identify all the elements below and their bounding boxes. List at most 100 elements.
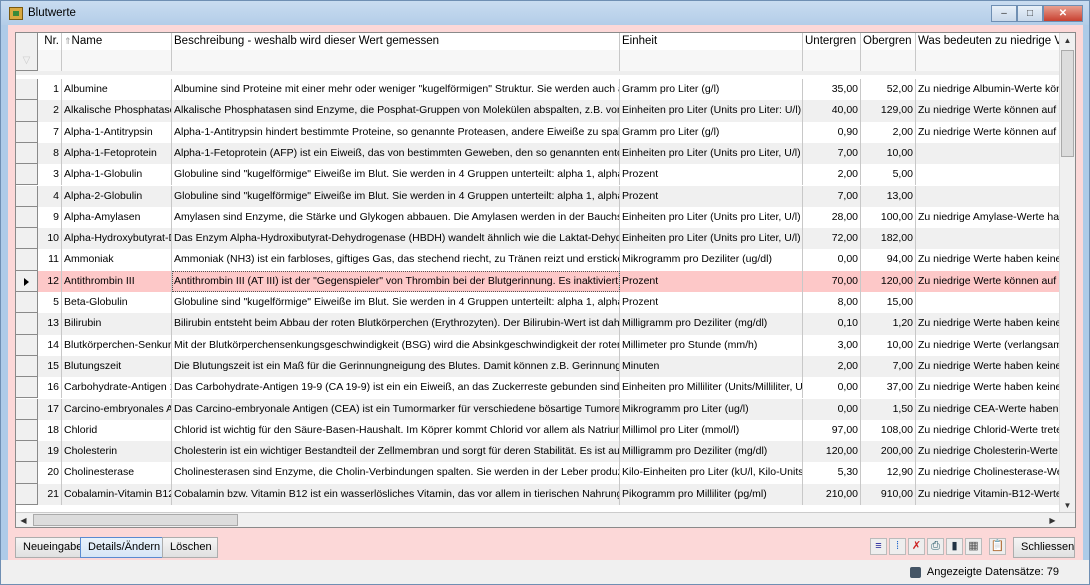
row-lower-limit[interactable]: 35,00 — [803, 79, 861, 101]
row-description[interactable]: Antithrombin III (AT III) ist der "Gegen… — [172, 270, 620, 292]
filter-upper[interactable] — [861, 50, 916, 71]
table-row[interactable]: 12 Antithrombin III Antithrombin III (AT I… — [16, 270, 1062, 292]
row-description[interactable]: Mit der Blutkörperchensenkungsgeschwindi… — [172, 334, 620, 356]
row-low-meaning[interactable]: Zu niedrige Amylase-Werte haben k — [916, 207, 1062, 228]
row-unit[interactable]: Prozent — [620, 292, 803, 314]
row-upper-limit[interactable]: 108,00 — [861, 419, 916, 442]
column-header-nr[interactable]: Nr. — [38, 33, 62, 50]
row-lower-limit[interactable]: 0,00 — [803, 398, 861, 420]
table-row[interactable]: 16Carbohydrate-Antigen 19-9Das Carbohydr… — [16, 377, 1062, 399]
row-low-meaning[interactable]: Zu niedrige Vitamin-B12-Werte kön — [916, 484, 1062, 505]
row-selector[interactable] — [16, 355, 38, 378]
row-description[interactable]: Albumine sind Proteine mit einer mehr od… — [172, 79, 620, 101]
table-row[interactable]: 2 Alkalische Phosphatase Alkalische Phosph… — [16, 100, 1062, 122]
column-header-unit[interactable]: Einheit — [620, 33, 803, 50]
row-lower-limit[interactable]: 5,30 — [803, 462, 861, 484]
row-name[interactable]: Chlorid — [62, 419, 172, 442]
column-header-description[interactable]: Beschreibung - weshalb wird dieser Wert … — [172, 33, 620, 50]
grid-view-icon[interactable]: ⁞ — [889, 538, 906, 555]
row-selector[interactable] — [16, 398, 38, 420]
filter-low-meaning[interactable] — [916, 50, 1062, 71]
table-row[interactable]: 9 Alpha-Amylasen Amylasen sind Enzyme, die… — [16, 206, 1062, 229]
row-description[interactable]: Bilirubin entsteht beim Abbau der roten … — [172, 313, 620, 335]
column-header-name[interactable]: ⇑Name — [62, 33, 172, 50]
vertical-scroll-thumb[interactable] — [1061, 50, 1074, 157]
row-name[interactable]: Blutkörperchen-Senkungsg — [62, 334, 172, 356]
row-lower-limit[interactable]: 0,90 — [803, 121, 861, 143]
row-low-meaning[interactable] — [916, 143, 1062, 164]
filter-description[interactable] — [172, 50, 620, 71]
row-nr[interactable]: 20 — [38, 462, 62, 484]
row-nr[interactable]: 12 — [38, 270, 62, 292]
row-lower-limit[interactable]: 97,00 — [803, 419, 861, 442]
row-lower-limit[interactable]: 0,00 — [803, 377, 861, 399]
row-selector[interactable] — [16, 292, 38, 314]
row-unit[interactable]: Einheiten pro Milliliter (Units/Millilit… — [620, 377, 803, 399]
row-selector[interactable] — [16, 419, 38, 442]
maximize-button[interactable]: □ — [1017, 5, 1043, 22]
row-unit[interactable]: Einheiten pro Liter (Units pro Liter, U/… — [620, 206, 803, 229]
row-selector[interactable] — [16, 100, 38, 122]
row-nr[interactable]: 8 — [38, 142, 62, 165]
table-row[interactable]: 14Blutkörperchen-SenkungsgMit der Blutkö… — [16, 334, 1062, 356]
row-upper-limit[interactable]: 100,00 — [861, 206, 916, 229]
select-all-header[interactable] — [16, 33, 38, 50]
row-name[interactable]: Alpha-2-Globulin — [62, 185, 172, 207]
row-nr[interactable]: 5 — [38, 292, 62, 314]
row-unit[interactable]: Mikrogramm pro Deziliter (ug/dl) — [620, 249, 803, 271]
row-name[interactable]: Ammoniak — [62, 249, 172, 271]
row-nr[interactable]: 17 — [38, 398, 62, 420]
vertical-scrollbar[interactable]: ▲ ▼ — [1059, 33, 1075, 513]
row-upper-limit[interactable]: 2,00 — [861, 121, 916, 143]
row-selector[interactable] — [16, 483, 38, 505]
row-nr[interactable]: 16 — [38, 377, 62, 399]
row-unit[interactable]: Prozent — [620, 164, 803, 186]
row-description[interactable]: Alkalische Phosphatasen sind Enzyme, die… — [172, 100, 620, 122]
row-lower-limit[interactable]: 0,10 — [803, 313, 861, 335]
column-header-upper[interactable]: Obergren — [861, 33, 916, 50]
row-name[interactable]: Cobalamin-Vitamin B12 — [62, 483, 172, 505]
row-selector[interactable] — [16, 334, 38, 356]
filter-name[interactable] — [62, 50, 172, 71]
row-name[interactable]: Carcino-embryonales Antig — [62, 398, 172, 420]
row-unit[interactable]: Gramm pro Liter (g/l) — [620, 121, 803, 143]
row-upper-limit[interactable]: 12,90 — [861, 462, 916, 484]
row-description[interactable]: Cholinesterasen sind Enzyme, die Cholin-… — [172, 462, 620, 484]
table-row[interactable]: 8 Alpha-1-Fetoprotein Alpha-1-Fetoprotein … — [16, 142, 1062, 165]
table-row[interactable]: 4 Alpha-2-Globulin Globuline sind "kugelfö… — [16, 185, 1062, 207]
table-icon[interactable]: ▦ — [965, 538, 982, 555]
row-unit[interactable]: Millimeter pro Stunde (mm/h) — [620, 334, 803, 356]
row-low-meaning[interactable] — [916, 292, 1062, 313]
row-nr[interactable]: 11 — [38, 249, 62, 271]
row-upper-limit[interactable]: 120,00 — [861, 270, 916, 292]
row-selector[interactable] — [16, 462, 38, 484]
row-name[interactable]: Cholesterin — [62, 441, 172, 463]
row-low-meaning[interactable]: Zu niedrige Werte können auf eine — [916, 271, 1062, 292]
row-nr[interactable]: 4 — [38, 185, 62, 207]
table-row[interactable]: 20 Cholinesterase Cholinesterasen sind Enz… — [16, 462, 1062, 484]
filter-icon[interactable]: ▽ — [16, 50, 38, 71]
row-selector[interactable] — [16, 377, 38, 399]
row-lower-limit[interactable]: 72,00 — [803, 228, 861, 250]
row-selector[interactable] — [16, 79, 38, 101]
row-nr[interactable]: 9 — [38, 206, 62, 229]
row-low-meaning[interactable]: Zu niedrige Werte haben keine klin — [916, 356, 1062, 377]
row-lower-limit[interactable]: 7,00 — [803, 142, 861, 165]
table-row[interactable]: 15 Blutungszeit Die Blutungszeit ist ein M… — [16, 355, 1062, 378]
row-unit[interactable]: Einheiten pro Liter (Units pro Liter, U/… — [620, 228, 803, 250]
row-unit[interactable]: Milligramm pro Deziliter (mg/dl) — [620, 313, 803, 335]
row-low-meaning[interactable]: Zu niedrige Werte (verlangsamte Bl — [916, 335, 1062, 356]
table-row[interactable]: 7 Alpha-1-Antitrypsin Alpha-1-Antitrypsin … — [16, 121, 1062, 143]
row-lower-limit[interactable]: 0,00 — [803, 249, 861, 271]
row-lower-limit[interactable]: 8,00 — [803, 292, 861, 314]
row-selector[interactable] — [16, 441, 38, 463]
clipboard-icon[interactable]: 📋 — [989, 538, 1006, 555]
row-description[interactable]: Cobalamin bzw. Vitamin B12 ist ein wasse… — [172, 483, 620, 505]
scroll-down-icon[interactable]: ▼ — [1060, 498, 1075, 513]
row-low-meaning[interactable]: Zu niedrige Werte können auf eine — [916, 122, 1062, 143]
row-upper-limit[interactable]: 910,00 — [861, 483, 916, 505]
row-name[interactable]: Blutungszeit — [62, 355, 172, 378]
filter-lower[interactable] — [803, 50, 861, 71]
row-upper-limit[interactable]: 129,00 — [861, 100, 916, 122]
row-lower-limit[interactable]: 2,00 — [803, 355, 861, 378]
